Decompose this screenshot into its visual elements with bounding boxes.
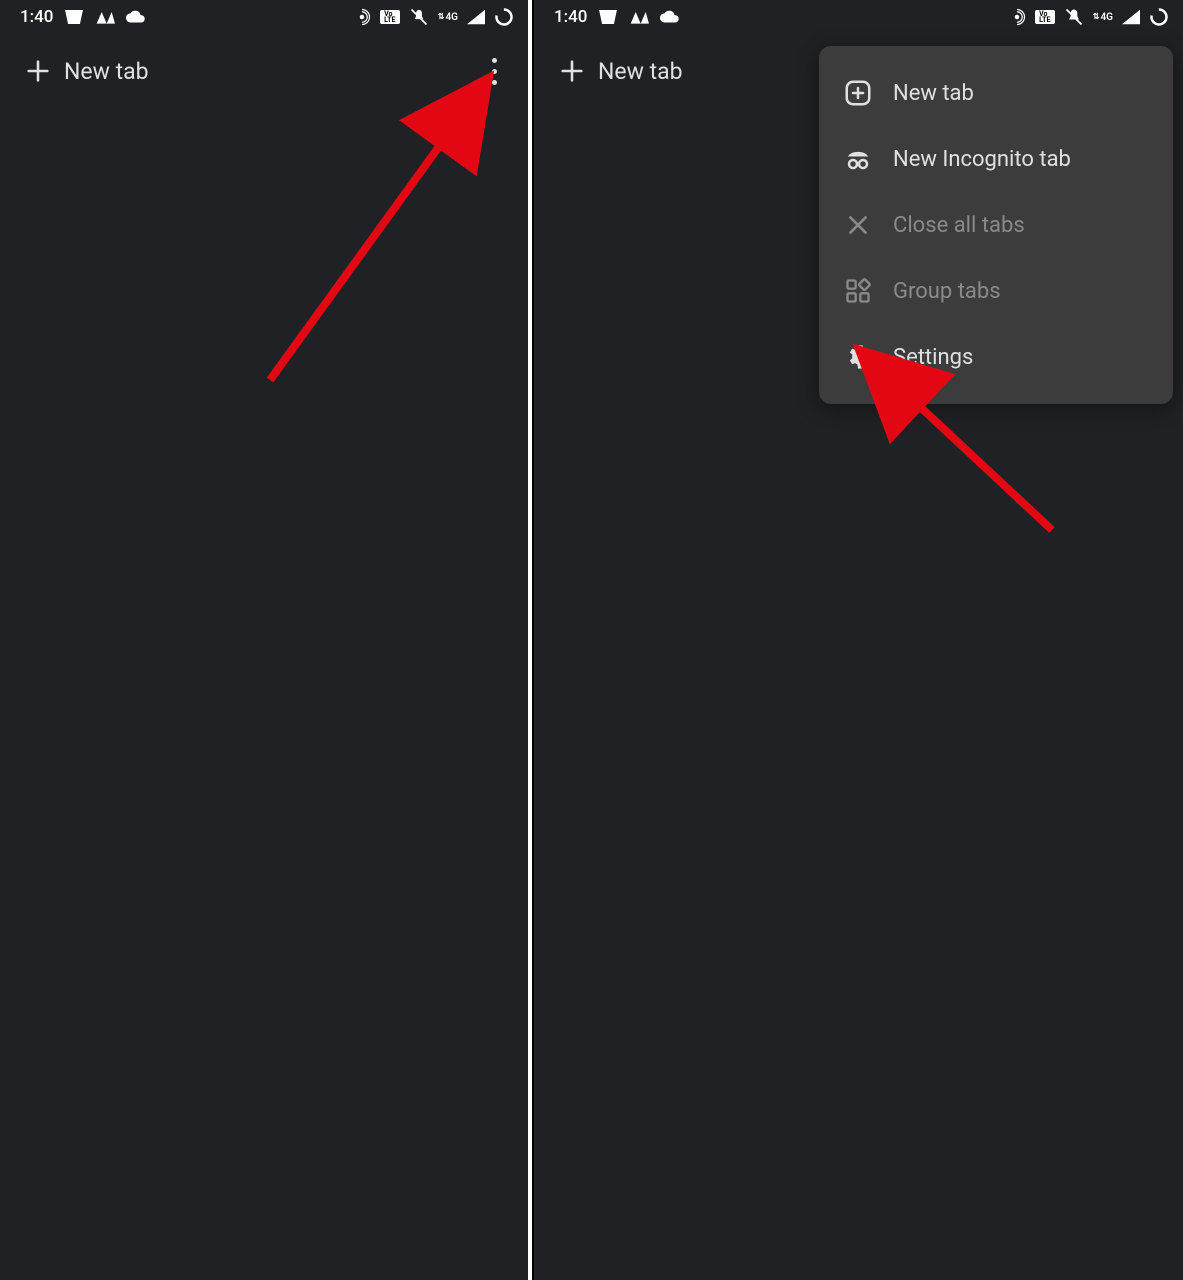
status-right: Vo LTE ⇅4G bbox=[1008, 7, 1169, 27]
signal-icon bbox=[1122, 9, 1140, 25]
menu-item-group-tabs[interactable]: Group tabs bbox=[819, 258, 1173, 324]
status-bar: 1:40 Vo LTE ⇅4G bbox=[0, 0, 528, 34]
cloud-icon bbox=[659, 9, 681, 25]
more-vert-icon bbox=[492, 55, 497, 88]
hotspot-icon bbox=[1008, 8, 1026, 26]
overflow-menu-button[interactable] bbox=[470, 47, 518, 95]
signal-icon bbox=[467, 9, 485, 25]
overflow-menu: New tab New Incognito tab Close all tabs… bbox=[819, 46, 1173, 404]
tab-switcher-toolbar: New tab bbox=[0, 34, 528, 108]
volte-badge: Vo LTE bbox=[380, 10, 400, 24]
mute-icon bbox=[409, 7, 429, 27]
plus-icon bbox=[24, 57, 52, 85]
status-left: 1:40 bbox=[20, 7, 147, 27]
grid-icon bbox=[843, 277, 873, 305]
app-icon-1 bbox=[597, 8, 619, 26]
plus-icon bbox=[558, 57, 586, 85]
status-right: Vo LTE ⇅4G bbox=[353, 7, 514, 27]
plus-box-icon bbox=[843, 78, 873, 108]
menu-item-label: New Incognito tab bbox=[893, 147, 1071, 172]
battery-ring-icon bbox=[494, 7, 514, 27]
new-tab-label: New tab bbox=[598, 58, 683, 85]
phone-screen-left: 1:40 Vo LTE ⇅4G New tab bbox=[0, 0, 528, 1280]
phone-screen-right: 1:40 Vo LTE ⇅4G New tab New tab bbox=[534, 0, 1183, 1280]
menu-item-label: New tab bbox=[893, 81, 974, 106]
network-4g-label: ⇅4G bbox=[438, 12, 458, 23]
menu-item-label: Settings bbox=[893, 345, 973, 370]
menu-item-new-incognito-tab[interactable]: New Incognito tab bbox=[819, 126, 1173, 192]
menu-item-close-all-tabs[interactable]: Close all tabs bbox=[819, 192, 1173, 258]
cloud-icon bbox=[125, 9, 147, 25]
app-icon-2 bbox=[95, 8, 115, 26]
incognito-icon bbox=[843, 144, 873, 174]
new-tab-button[interactable] bbox=[548, 47, 596, 95]
app-icon-1 bbox=[63, 8, 85, 26]
new-tab-label: New tab bbox=[64, 58, 149, 85]
gear-icon bbox=[843, 343, 873, 371]
status-time: 1:40 bbox=[554, 7, 587, 27]
new-tab-button[interactable] bbox=[14, 47, 62, 95]
mute-icon bbox=[1064, 7, 1084, 27]
battery-ring-icon bbox=[1149, 7, 1169, 27]
menu-item-label: Close all tabs bbox=[893, 213, 1025, 238]
menu-item-settings[interactable]: Settings bbox=[819, 324, 1173, 390]
close-icon bbox=[843, 212, 873, 238]
volte-badge: Vo LTE bbox=[1035, 10, 1055, 24]
menu-item-label: Group tabs bbox=[893, 279, 1001, 304]
status-bar: 1:40 Vo LTE ⇅4G bbox=[534, 0, 1183, 34]
menu-item-new-tab[interactable]: New tab bbox=[819, 60, 1173, 126]
app-icon-2 bbox=[629, 8, 649, 26]
status-left: 1:40 bbox=[554, 7, 681, 27]
status-time: 1:40 bbox=[20, 7, 53, 27]
network-4g-label: ⇅4G bbox=[1093, 12, 1113, 23]
annotation-arrow-1 bbox=[260, 60, 510, 390]
hotspot-icon bbox=[353, 8, 371, 26]
